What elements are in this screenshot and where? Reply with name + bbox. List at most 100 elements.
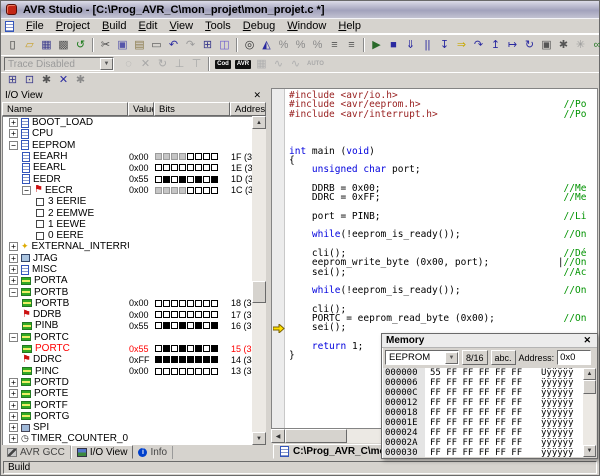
register-label[interactable]: SPI: [33, 422, 49, 433]
trace-clear-icon[interactable]: ✕: [137, 57, 154, 72]
expand-icon[interactable]: +: [9, 412, 18, 421]
register-label[interactable]: DDRC: [33, 354, 62, 365]
toggle-breakpoint-icon[interactable]: ✱: [555, 38, 572, 53]
memory-hex-bytes[interactable]: FF FF FF FF FF FF: [425, 398, 541, 408]
bit-box[interactable]: [187, 153, 194, 160]
menu-tools[interactable]: Tools: [199, 19, 237, 33]
bit-box[interactable]: [211, 187, 218, 194]
bit-box[interactable]: [179, 356, 186, 363]
io-row-portd[interactable]: +PORTD: [3, 377, 252, 388]
memory-type-combobox[interactable]: EEPROM ▼: [385, 350, 459, 365]
bit-box[interactable]: [187, 322, 194, 329]
register-label[interactable]: PORTB: [34, 287, 68, 298]
register-label[interactable]: PINB: [35, 320, 58, 331]
io-row-portc[interactable]: −PORTC: [3, 332, 252, 343]
bit-box[interactable]: [163, 311, 170, 318]
collapse-icon[interactable]: −: [22, 186, 31, 195]
io-row-timer_counter_0[interactable]: +◷TIMER_COUNTER_0: [3, 433, 252, 444]
bit-box[interactable]: [203, 345, 210, 352]
run-icon[interactable]: ▶: [368, 38, 385, 53]
memory-row[interactable]: 000012FF FF FF FF FF FFÿÿÿÿÿÿ: [383, 398, 583, 408]
bit-box[interactable]: [171, 368, 178, 375]
bit-box[interactable]: [195, 300, 202, 307]
bit-box[interactable]: [171, 300, 178, 307]
expand-icon[interactable]: +: [9, 265, 18, 274]
code-line[interactable]: [289, 119, 597, 128]
bit-box[interactable]: [195, 311, 202, 318]
register-label[interactable]: PINC: [35, 366, 59, 377]
scroll-left-icon[interactable]: ◀: [271, 429, 285, 443]
collapse-icon[interactable]: −: [9, 141, 18, 150]
code-line[interactable]: DDRC = 0xFF; //Me: [289, 193, 597, 202]
code-line[interactable]: int main (void): [289, 147, 597, 156]
bit-box[interactable]: [211, 300, 218, 307]
bit-box[interactable]: [195, 164, 202, 171]
io-column-address[interactable]: Address: [230, 102, 266, 116]
bit-box[interactable]: [171, 164, 178, 171]
io-row-eearl[interactable]: EEARL0x001E (3E): [3, 162, 252, 173]
reset-icon[interactable]: ⇓: [402, 38, 419, 53]
trace-bottom-icon[interactable]: ⊥: [171, 57, 188, 72]
menu-help[interactable]: Help: [332, 19, 367, 33]
bit-box[interactable]: [187, 356, 194, 363]
io-row-ddrb[interactable]: ⚑DDRB0x0017 (37): [3, 309, 252, 320]
bit-box[interactable]: [179, 322, 186, 329]
bit-box[interactable]: [163, 153, 170, 160]
bit-box[interactable]: [211, 311, 218, 318]
tab-info[interactable]: iInfo: [133, 446, 173, 459]
register-label[interactable]: PORTG: [34, 411, 69, 422]
expand-icon[interactable]: +: [9, 118, 18, 127]
io-row-cpu[interactable]: +CPU: [3, 128, 252, 139]
scrollbar-thumb[interactable]: [285, 429, 347, 443]
register-label[interactable]: PORTE: [34, 388, 68, 399]
bit-box[interactable]: [211, 368, 218, 375]
trace-loop-icon[interactable]: ↻: [154, 57, 171, 72]
chevron-down-icon[interactable]: ▼: [100, 58, 113, 70]
io-row-jtag[interactable]: +JTAG: [3, 253, 252, 264]
bit-box[interactable]: [187, 164, 194, 171]
show-next-statement-icon[interactable]: ⇒: [453, 38, 470, 53]
bit-box[interactable]: [187, 300, 194, 307]
step-out-icon[interactable]: ↥: [487, 38, 504, 53]
bit-box[interactable]: [195, 345, 202, 352]
memory-hex-bytes[interactable]: 55 FF FF FF FF FF: [425, 368, 541, 378]
bit-box[interactable]: [171, 187, 178, 194]
memory-hex-bytes[interactable]: FF FF FF FF FF FF: [425, 378, 541, 388]
bit-box[interactable]: [203, 368, 210, 375]
io-row-ddrc[interactable]: ⚑DDRC0xFF14 (34): [3, 354, 252, 365]
find-in-files-icon[interactable]: ◭: [258, 38, 275, 53]
breakpoints-window-icon[interactable]: ▣: [538, 38, 555, 53]
register-label[interactable]: EEPROM: [32, 140, 75, 151]
chevron-down-icon[interactable]: ▼: [445, 352, 458, 364]
register-label[interactable]: PORTB: [35, 298, 69, 309]
io-register-tree[interactable]: +BOOT_LOAD+CPU−EEPROMEEARH0x001F (3F)EEA…: [2, 116, 252, 445]
expand-icon[interactable]: +: [9, 378, 18, 387]
collapse-icon[interactable]: −: [9, 288, 18, 297]
bit-box[interactable]: [155, 345, 162, 352]
menu-build[interactable]: Build: [96, 19, 132, 33]
register-label[interactable]: PORTA: [34, 275, 68, 286]
step-into-icon[interactable]: ↧: [436, 38, 453, 53]
bit-box[interactable]: [163, 164, 170, 171]
expand-icon[interactable]: +: [9, 276, 18, 285]
menu-debug[interactable]: Debug: [237, 19, 281, 33]
bit-box[interactable]: [211, 322, 218, 329]
bit-box[interactable]: [179, 187, 186, 194]
io-column-value[interactable]: Value: [128, 102, 154, 116]
menu-window[interactable]: Window: [281, 19, 332, 33]
bit-box[interactable]: [203, 356, 210, 363]
memory-hex-bytes[interactable]: FF FF FF FF FF FF: [425, 418, 541, 428]
bit-box[interactable]: [211, 164, 218, 171]
trace-top-icon[interactable]: ⊤: [188, 57, 205, 72]
address-input[interactable]: [557, 350, 591, 365]
bit-box[interactable]: [195, 187, 202, 194]
code-line[interactable]: while(!eeprom_is_ready()); //On: [289, 286, 597, 295]
io-row-2-eemwe[interactable]: 2 EEMWE: [3, 207, 252, 218]
bit-checkbox[interactable]: [36, 232, 44, 240]
copy-icon[interactable]: ▣: [114, 38, 131, 53]
bit-box[interactable]: [203, 176, 210, 183]
editor-gutter[interactable]: [272, 89, 285, 428]
expand-icon[interactable]: +: [9, 434, 18, 443]
expand-icon[interactable]: +: [9, 242, 18, 251]
register-label[interactable]: 2 EEMWE: [48, 208, 94, 219]
